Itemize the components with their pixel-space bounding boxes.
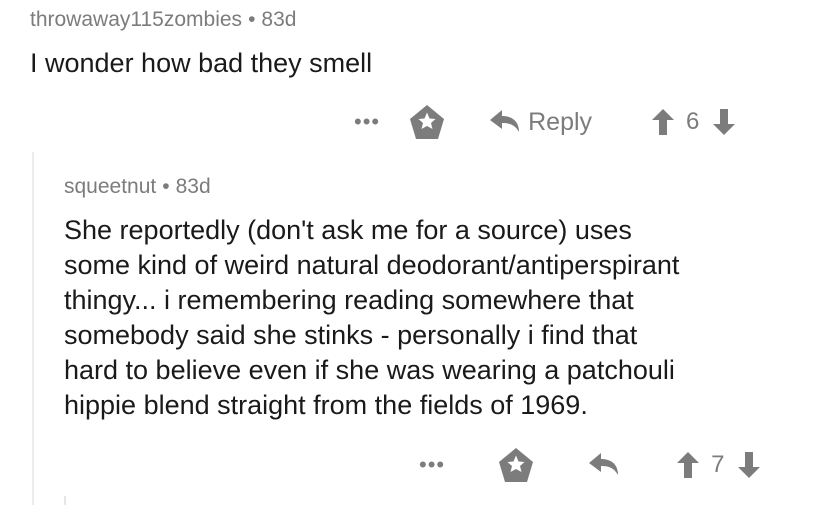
award-icon[interactable] — [497, 446, 535, 484]
upvote-arrow-icon[interactable] — [652, 109, 675, 135]
comment-age: 83d — [261, 8, 297, 31]
comment-top-level: throwaway115zombies • 83d I wonder how bad… — [30, 8, 372, 81]
comment-reply: squeetnut • 83d She reportedly (don't ask … — [64, 175, 679, 423]
comment-actions: ••• Reply 6 — [354, 103, 736, 141]
comment-age: 83d — [175, 175, 211, 198]
reply-arrow-icon — [490, 110, 520, 134]
comment-body-line: thingy... i remembering reading somewher… — [64, 285, 634, 315]
vote-score: 7 — [711, 451, 725, 478]
more-options-icon[interactable]: ••• — [419, 454, 445, 476]
comment-body-line: some kind of weird natural deodorant/ant… — [64, 250, 680, 280]
nested-thread-line[interactable] — [64, 496, 66, 505]
comment-author[interactable]: throwaway115zombies — [30, 8, 242, 31]
thread-line[interactable] — [32, 152, 34, 505]
reply-button[interactable]: Reply — [490, 108, 592, 137]
vote-score: 6 — [686, 108, 700, 135]
downvote-arrow-icon[interactable] — [738, 452, 761, 478]
comment-body-line: somebody said she stinks - personally i … — [64, 320, 638, 350]
comment-body-line: hippie blend straight from the fields of… — [64, 390, 588, 420]
comment-actions: ••• 7 — [419, 446, 761, 484]
award-icon[interactable] — [408, 103, 446, 141]
comment-author[interactable]: squeetnut — [64, 175, 156, 198]
comment-body-line: hard to believe even if she was wearing … — [64, 355, 675, 385]
meta-separator: • — [248, 8, 256, 31]
comment-body-line: She reportedly (don't ask me for a sourc… — [64, 215, 632, 245]
more-options-icon[interactable]: ••• — [354, 111, 380, 133]
reply-label: Reply — [528, 107, 593, 136]
meta-separator: • — [162, 175, 170, 198]
downvote-arrow-icon[interactable] — [713, 109, 736, 135]
comment-meta: squeetnut • 83d — [64, 175, 679, 199]
reply-arrow-icon[interactable] — [589, 453, 619, 477]
comment-meta: throwaway115zombies • 83d — [30, 8, 372, 32]
comment-body: She reportedly (don't ask me for a sourc… — [64, 213, 679, 423]
comment-body: I wonder how bad they smell — [30, 48, 373, 78]
upvote-arrow-icon[interactable] — [677, 452, 700, 478]
